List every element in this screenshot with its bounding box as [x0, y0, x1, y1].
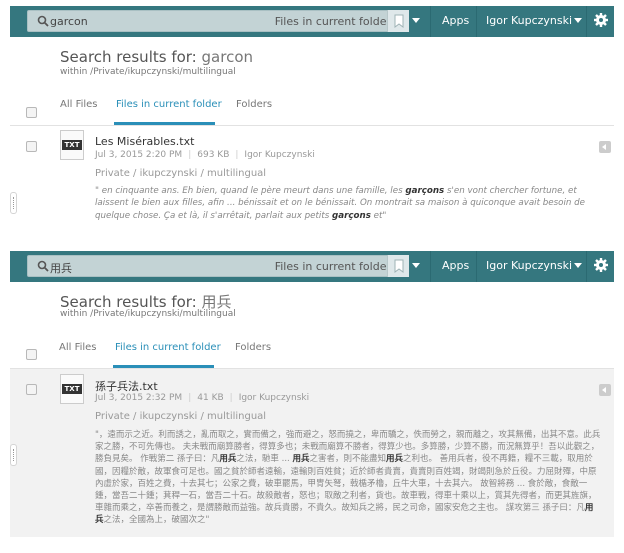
apps-menu[interactable]: Apps	[442, 14, 469, 27]
list-item[interactable]: TXT Les Misérables.txt Jul 3, 2015 2:20 …	[10, 126, 614, 234]
top-bar: 用兵 Files in current folder Apps Igor Kup…	[10, 251, 614, 282]
tab-all-files[interactable]: All Files	[60, 99, 98, 110]
page-title: Search results for: garcon	[60, 48, 253, 66]
highlighted-match: 用兵	[292, 454, 310, 465]
top-bar: garcon Files in current folder Apps Igor…	[10, 6, 614, 37]
text-file-icon: TXT	[60, 130, 84, 160]
apps-menu[interactable]: Apps	[442, 259, 469, 272]
user-menu[interactable]: Igor Kupczynski	[486, 259, 572, 272]
file-type-badge: TXT	[62, 140, 82, 150]
chevron-down-icon[interactable]	[574, 263, 582, 268]
tab-files-in-current-folder[interactable]: Files in current folder	[116, 99, 222, 110]
search-snippet: " en cinquante ans. Eh bien, quand le pè…	[95, 185, 601, 222]
bookmark-icon	[394, 259, 404, 273]
highlighted-match: 用兵	[219, 454, 237, 465]
search-results-panel-latin: garcon Files in current folder Apps Igor…	[10, 6, 614, 234]
file-path[interactable]: Private / ikupczynski / multilingual	[95, 168, 266, 179]
search-location: within /Private/ikupczynski/multilingual	[60, 67, 236, 77]
file-meta: Jul 3, 2015 2:32 PM | 41 KB | Igor Kupczynsk…	[95, 393, 310, 403]
search-icon	[37, 260, 49, 272]
open-details-button[interactable]	[599, 141, 611, 153]
tab-all-files[interactable]: All Files	[59, 342, 97, 353]
list-item[interactable]: TXT 孫子兵法.txt Jul 3, 2015 2:32 PM | 41 KB | I…	[10, 369, 614, 537]
file-date: Jul 3, 2015 2:32 PM	[95, 393, 183, 403]
divider	[476, 251, 477, 282]
gear-icon[interactable]	[593, 12, 609, 28]
search-term: garcon	[201, 48, 254, 66]
file-owner: Igor Kupczynski	[238, 393, 310, 403]
divider	[586, 6, 587, 37]
file-name[interactable]: Les Misérables.txt	[95, 135, 194, 148]
search-input[interactable]: 用兵 Files in current folder	[27, 255, 398, 277]
search-scope-toggle[interactable]	[387, 255, 409, 277]
search-snippet: "，遠而示之近。利而誘之，亂而取之，實而備之，強而避之，怒而撓之，卑而驕之，佚而…	[95, 429, 601, 527]
file-type-badge: TXT	[62, 384, 82, 394]
tab-folders[interactable]: Folders	[235, 342, 271, 353]
search-location: within /Private/ikupczynski/multilingual	[60, 309, 236, 319]
file-name[interactable]: 孫子兵法.txt	[95, 378, 158, 394]
file-date: Jul 3, 2015 2:20 PM	[95, 150, 183, 160]
tab-files-in-current-folder[interactable]: Files in current folder	[115, 342, 221, 353]
chevron-down-icon[interactable]	[574, 18, 582, 23]
file-owner: Igor Kupczynski	[244, 150, 315, 160]
divider	[586, 251, 587, 282]
search-icon	[37, 15, 49, 27]
search-input[interactable]: garcon Files in current folder	[27, 10, 398, 32]
open-details-button[interactable]	[599, 384, 611, 396]
tab-folders[interactable]: Folders	[236, 99, 272, 110]
search-query: 用兵	[50, 262, 72, 275]
text-file-icon: TXT	[60, 374, 84, 404]
file-path[interactable]: Private / ikupczynski / multilingual	[95, 411, 266, 422]
snippet-text: et"	[370, 210, 387, 221]
bookmark-icon	[394, 14, 404, 28]
user-menu[interactable]: Igor Kupczynski	[486, 14, 572, 27]
highlighted-match: 用兵	[385, 454, 403, 465]
divider	[430, 251, 431, 282]
title-prefix: Search results for:	[60, 48, 197, 66]
drag-handle[interactable]	[10, 444, 17, 466]
select-all-checkbox[interactable]	[26, 349, 37, 360]
snippet-text: 之法，馳車 ...	[236, 454, 293, 465]
gear-icon[interactable]	[593, 257, 609, 273]
snippet-text: 之法，全國為上，破國次之"	[103, 515, 210, 526]
chevron-down-icon[interactable]	[412, 263, 420, 268]
highlighted-match: garçons	[332, 210, 371, 221]
divider	[430, 6, 431, 37]
search-results-panel-cjk: 用兵 Files in current folder Apps Igor Kup…	[10, 251, 614, 537]
row-checkbox[interactable]	[26, 384, 37, 395]
file-size: 693 KB	[197, 150, 230, 160]
snippet-text: 之害者，則不能盡知	[309, 454, 386, 465]
chevron-down-icon[interactable]	[412, 18, 420, 23]
file-size: 41 KB	[197, 393, 224, 403]
highlighted-match: garçons	[405, 186, 445, 196]
drag-handle[interactable]	[10, 192, 17, 214]
select-all-checkbox[interactable]	[26, 107, 37, 118]
divider	[476, 6, 477, 37]
snippet-text: " en cinquante ans. Eh bien, quand le pè…	[95, 186, 406, 196]
search-scope-label: Files in current folder	[274, 15, 391, 28]
search-scope-toggle[interactable]	[387, 10, 409, 32]
row-checkbox[interactable]	[26, 141, 37, 152]
file-meta: Jul 3, 2015 2:20 PM | 693 KB | Igor Kupczyns…	[95, 150, 315, 160]
search-scope-label: Files in current folder	[274, 260, 391, 273]
search-query: garcon	[50, 15, 88, 28]
